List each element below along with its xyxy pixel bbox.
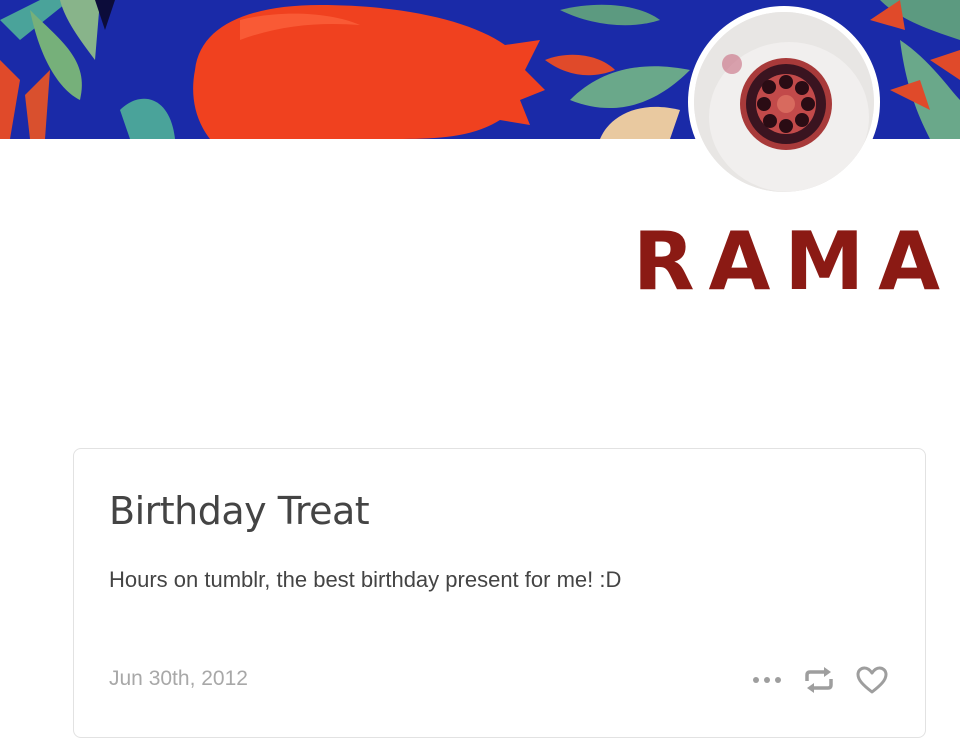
more-dots-icon [753, 677, 781, 683]
post-title[interactable]: Birthday Treat [109, 489, 370, 533]
blog-page: RAMA Birthday Treat Hours on tumblr, the… [0, 0, 960, 750]
heart-icon [856, 666, 888, 694]
more-options-button[interactable] [751, 675, 783, 685]
blog-title[interactable]: RAMA [633, 222, 954, 302]
avatar-image [694, 12, 874, 192]
post-card: Birthday Treat Hours on tumblr, the best… [73, 448, 926, 738]
post-actions [751, 662, 889, 698]
reblog-button[interactable] [803, 665, 835, 695]
like-button[interactable] [855, 665, 889, 695]
reblog-icon [805, 667, 833, 693]
post-body: Hours on tumblr, the best birthday prese… [109, 567, 622, 592]
post-date[interactable]: Jun 30th, 2012 [109, 667, 248, 691]
avatar[interactable] [688, 6, 880, 198]
